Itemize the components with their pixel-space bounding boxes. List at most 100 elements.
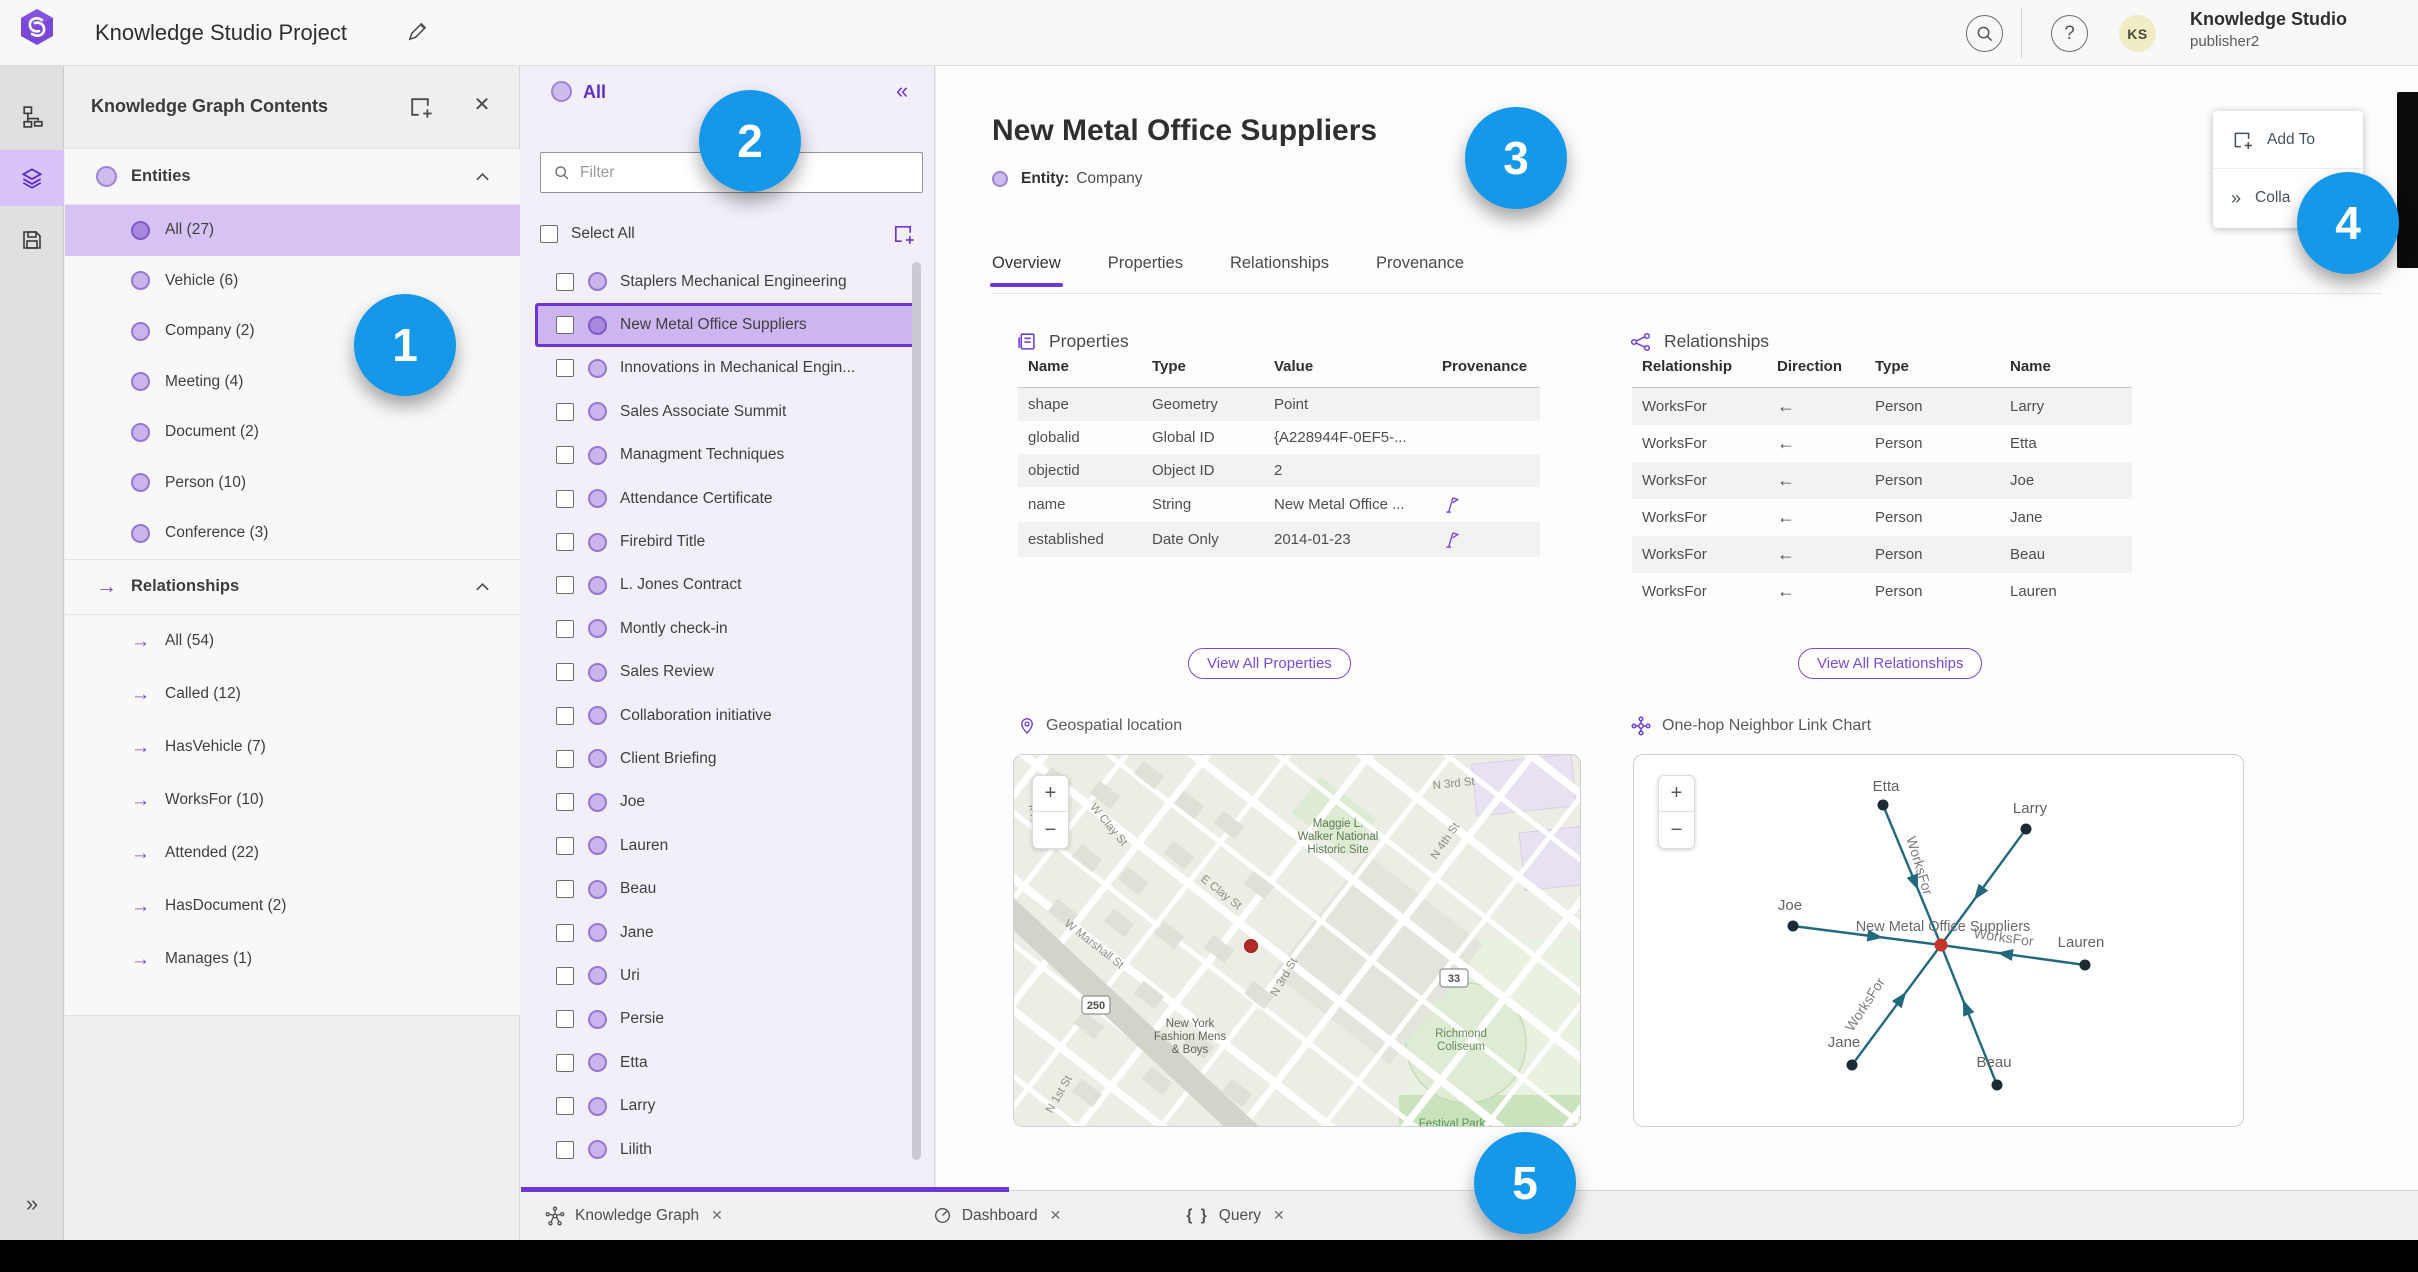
relationships-section-header[interactable]: → Relationships: [65, 558, 520, 615]
add-to-button[interactable]: Add To: [2213, 111, 2363, 169]
relationship-link[interactable]: WorksFor: [1632, 536, 1767, 573]
property-provenance-cell[interactable]: [1432, 522, 1540, 557]
entity-type-item[interactable]: Conference (3): [65, 508, 520, 559]
entity-list-item[interactable]: Attendance Certificate: [535, 477, 915, 520]
view-all-properties-button[interactable]: View All Properties: [1188, 648, 1351, 679]
entity-list-item[interactable]: Persie: [535, 998, 915, 1041]
relationship-link[interactable]: WorksFor: [1632, 388, 1767, 426]
relationship-name-link[interactable]: Lauren: [2000, 573, 2132, 610]
item-checkbox[interactable]: [556, 1053, 574, 1072]
item-checkbox[interactable]: [556, 619, 574, 638]
tab-overview[interactable]: Overview: [990, 254, 1063, 287]
item-checkbox[interactable]: [556, 1140, 574, 1159]
entity-type-item[interactable]: Person (10): [65, 458, 520, 509]
relationship-name-link[interactable]: Etta: [2000, 425, 2132, 462]
collapse-relationships-chevron-icon[interactable]: [475, 582, 490, 592]
relationship-type-item[interactable]: → All (54): [65, 615, 520, 668]
relationship-link[interactable]: WorksFor: [1632, 425, 1767, 462]
close-tab-icon[interactable]: ✕: [1050, 1207, 1062, 1224]
item-checkbox[interactable]: [556, 272, 574, 291]
relationship-name-link[interactable]: Joe: [2000, 462, 2132, 499]
property-provenance-cell[interactable]: [1432, 454, 1540, 487]
item-checkbox[interactable]: [556, 793, 574, 812]
entity-list-item[interactable]: Sales Associate Summit: [535, 390, 915, 433]
property-provenance-cell[interactable]: [1432, 421, 1540, 454]
collapse-entities-chevron-icon[interactable]: [475, 172, 490, 182]
relationship-type-item[interactable]: → WorksFor (10): [65, 774, 520, 827]
search-button[interactable]: [1966, 15, 2003, 52]
contents-layers-icon[interactable]: [0, 150, 64, 206]
entity-list-item[interactable]: Collaboration initiative: [535, 694, 915, 737]
relationship-type-item[interactable]: → Called (12): [65, 668, 520, 721]
entity-list-item[interactable]: Beau: [535, 867, 915, 910]
link-chart-canvas[interactable]: WorksForWorksForWorksForEttaLarryJoeLaur…: [1634, 755, 2244, 1127]
entity-list-item[interactable]: Staplers Mechanical Engineering: [535, 260, 915, 303]
relationship-type-item[interactable]: → HasDocument (2): [65, 880, 520, 933]
entity-list-item[interactable]: Lilith: [535, 1128, 915, 1171]
close-panel-icon[interactable]: ✕: [469, 92, 495, 118]
entity-list-item[interactable]: New Metal Office Suppliers: [535, 303, 915, 347]
entity-list-item[interactable]: Innovations in Mechanical Engin...: [535, 347, 915, 390]
item-checkbox[interactable]: [556, 576, 574, 595]
geospatial-map[interactable]: 25033 k RdW Clay StE Clay StW Marshall S…: [1013, 754, 1581, 1127]
item-checkbox[interactable]: [556, 706, 574, 725]
close-tab-icon[interactable]: ✕: [711, 1207, 723, 1224]
relationship-type-item[interactable]: → Attended (22): [65, 827, 520, 880]
save-icon[interactable]: [0, 212, 64, 268]
item-checkbox[interactable]: [556, 1097, 574, 1116]
entity-list-item[interactable]: Uri: [535, 954, 915, 997]
map-canvas[interactable]: 25033 k RdW Clay StE Clay StW Marshall S…: [1014, 755, 1581, 1127]
edit-title-icon[interactable]: [405, 20, 429, 44]
tab-provenance[interactable]: Provenance: [1376, 254, 1464, 287]
item-checkbox[interactable]: [556, 880, 574, 899]
expand-rail-icon[interactable]: »: [0, 1184, 64, 1224]
item-checkbox[interactable]: [556, 663, 574, 682]
item-checkbox[interactable]: [556, 749, 574, 768]
view-all-relationships-button[interactable]: View All Relationships: [1798, 648, 1983, 679]
entity-list-item[interactable]: L. Jones Contract: [535, 564, 915, 607]
item-checkbox[interactable]: [556, 359, 574, 378]
entity-list-item[interactable]: Firebird Title: [535, 520, 915, 563]
data-model-icon[interactable]: [0, 88, 64, 144]
entities-section-header[interactable]: Entities: [65, 149, 520, 205]
entity-type-item[interactable]: All (27): [65, 205, 520, 256]
add-selection-icon[interactable]: [891, 222, 915, 246]
relationship-link[interactable]: WorksFor: [1632, 499, 1767, 536]
help-button[interactable]: ?: [2051, 15, 2088, 52]
relationship-name-link[interactable]: Jane: [2000, 499, 2132, 536]
tab-dashboard[interactable]: Dashboard ✕: [933, 1206, 1062, 1225]
select-all-checkbox[interactable]: [540, 225, 558, 243]
entity-list-item[interactable]: Sales Review: [535, 651, 915, 694]
close-tab-icon[interactable]: ✕: [1273, 1207, 1285, 1224]
item-checkbox[interactable]: [556, 533, 574, 552]
entity-type-item[interactable]: Vehicle (6): [65, 256, 520, 307]
relationship-name-link[interactable]: Beau: [2000, 536, 2132, 573]
relationship-type-item[interactable]: → Manages (1): [65, 933, 520, 986]
collapse-panel-icon[interactable]: «: [896, 78, 908, 104]
entity-list-item[interactable]: Joe: [535, 781, 915, 824]
entity-list-item[interactable]: Lauren: [535, 824, 915, 867]
tab-relationships[interactable]: Relationships: [1230, 254, 1329, 287]
item-checkbox[interactable]: [556, 966, 574, 985]
item-checkbox[interactable]: [556, 836, 574, 855]
tab-properties[interactable]: Properties: [1108, 254, 1183, 287]
tab-knowledge-graph[interactable]: Knowledge Graph ✕: [545, 1206, 723, 1226]
entity-list-item[interactable]: Managment Techniques: [535, 434, 915, 477]
relationship-link[interactable]: WorksFor: [1632, 573, 1767, 610]
map-zoom-out-button[interactable]: −: [1033, 812, 1068, 848]
entity-list-item[interactable]: Montly check-in: [535, 607, 915, 650]
chart-zoom-in-button[interactable]: +: [1659, 776, 1694, 812]
entity-list-item[interactable]: Jane: [535, 911, 915, 954]
item-checkbox[interactable]: [556, 446, 574, 465]
user-avatar[interactable]: KS: [2119, 15, 2156, 52]
map-zoom-in-button[interactable]: +: [1033, 776, 1068, 812]
item-checkbox[interactable]: [556, 923, 574, 942]
relationship-name-link[interactable]: Larry: [2000, 388, 2132, 426]
entity-list-item[interactable]: Larry: [535, 1084, 915, 1127]
item-checkbox[interactable]: [556, 489, 574, 508]
entity-list-item[interactable]: Etta: [535, 1041, 915, 1084]
one-hop-link-chart[interactable]: WorksFor WorksFor WorksFor Etta Larry Joe Laur…: [1633, 754, 2244, 1127]
entity-type-item[interactable]: Document (2): [65, 407, 520, 458]
list-scrollbar[interactable]: [912, 262, 921, 1160]
property-provenance-cell[interactable]: [1432, 388, 1540, 422]
